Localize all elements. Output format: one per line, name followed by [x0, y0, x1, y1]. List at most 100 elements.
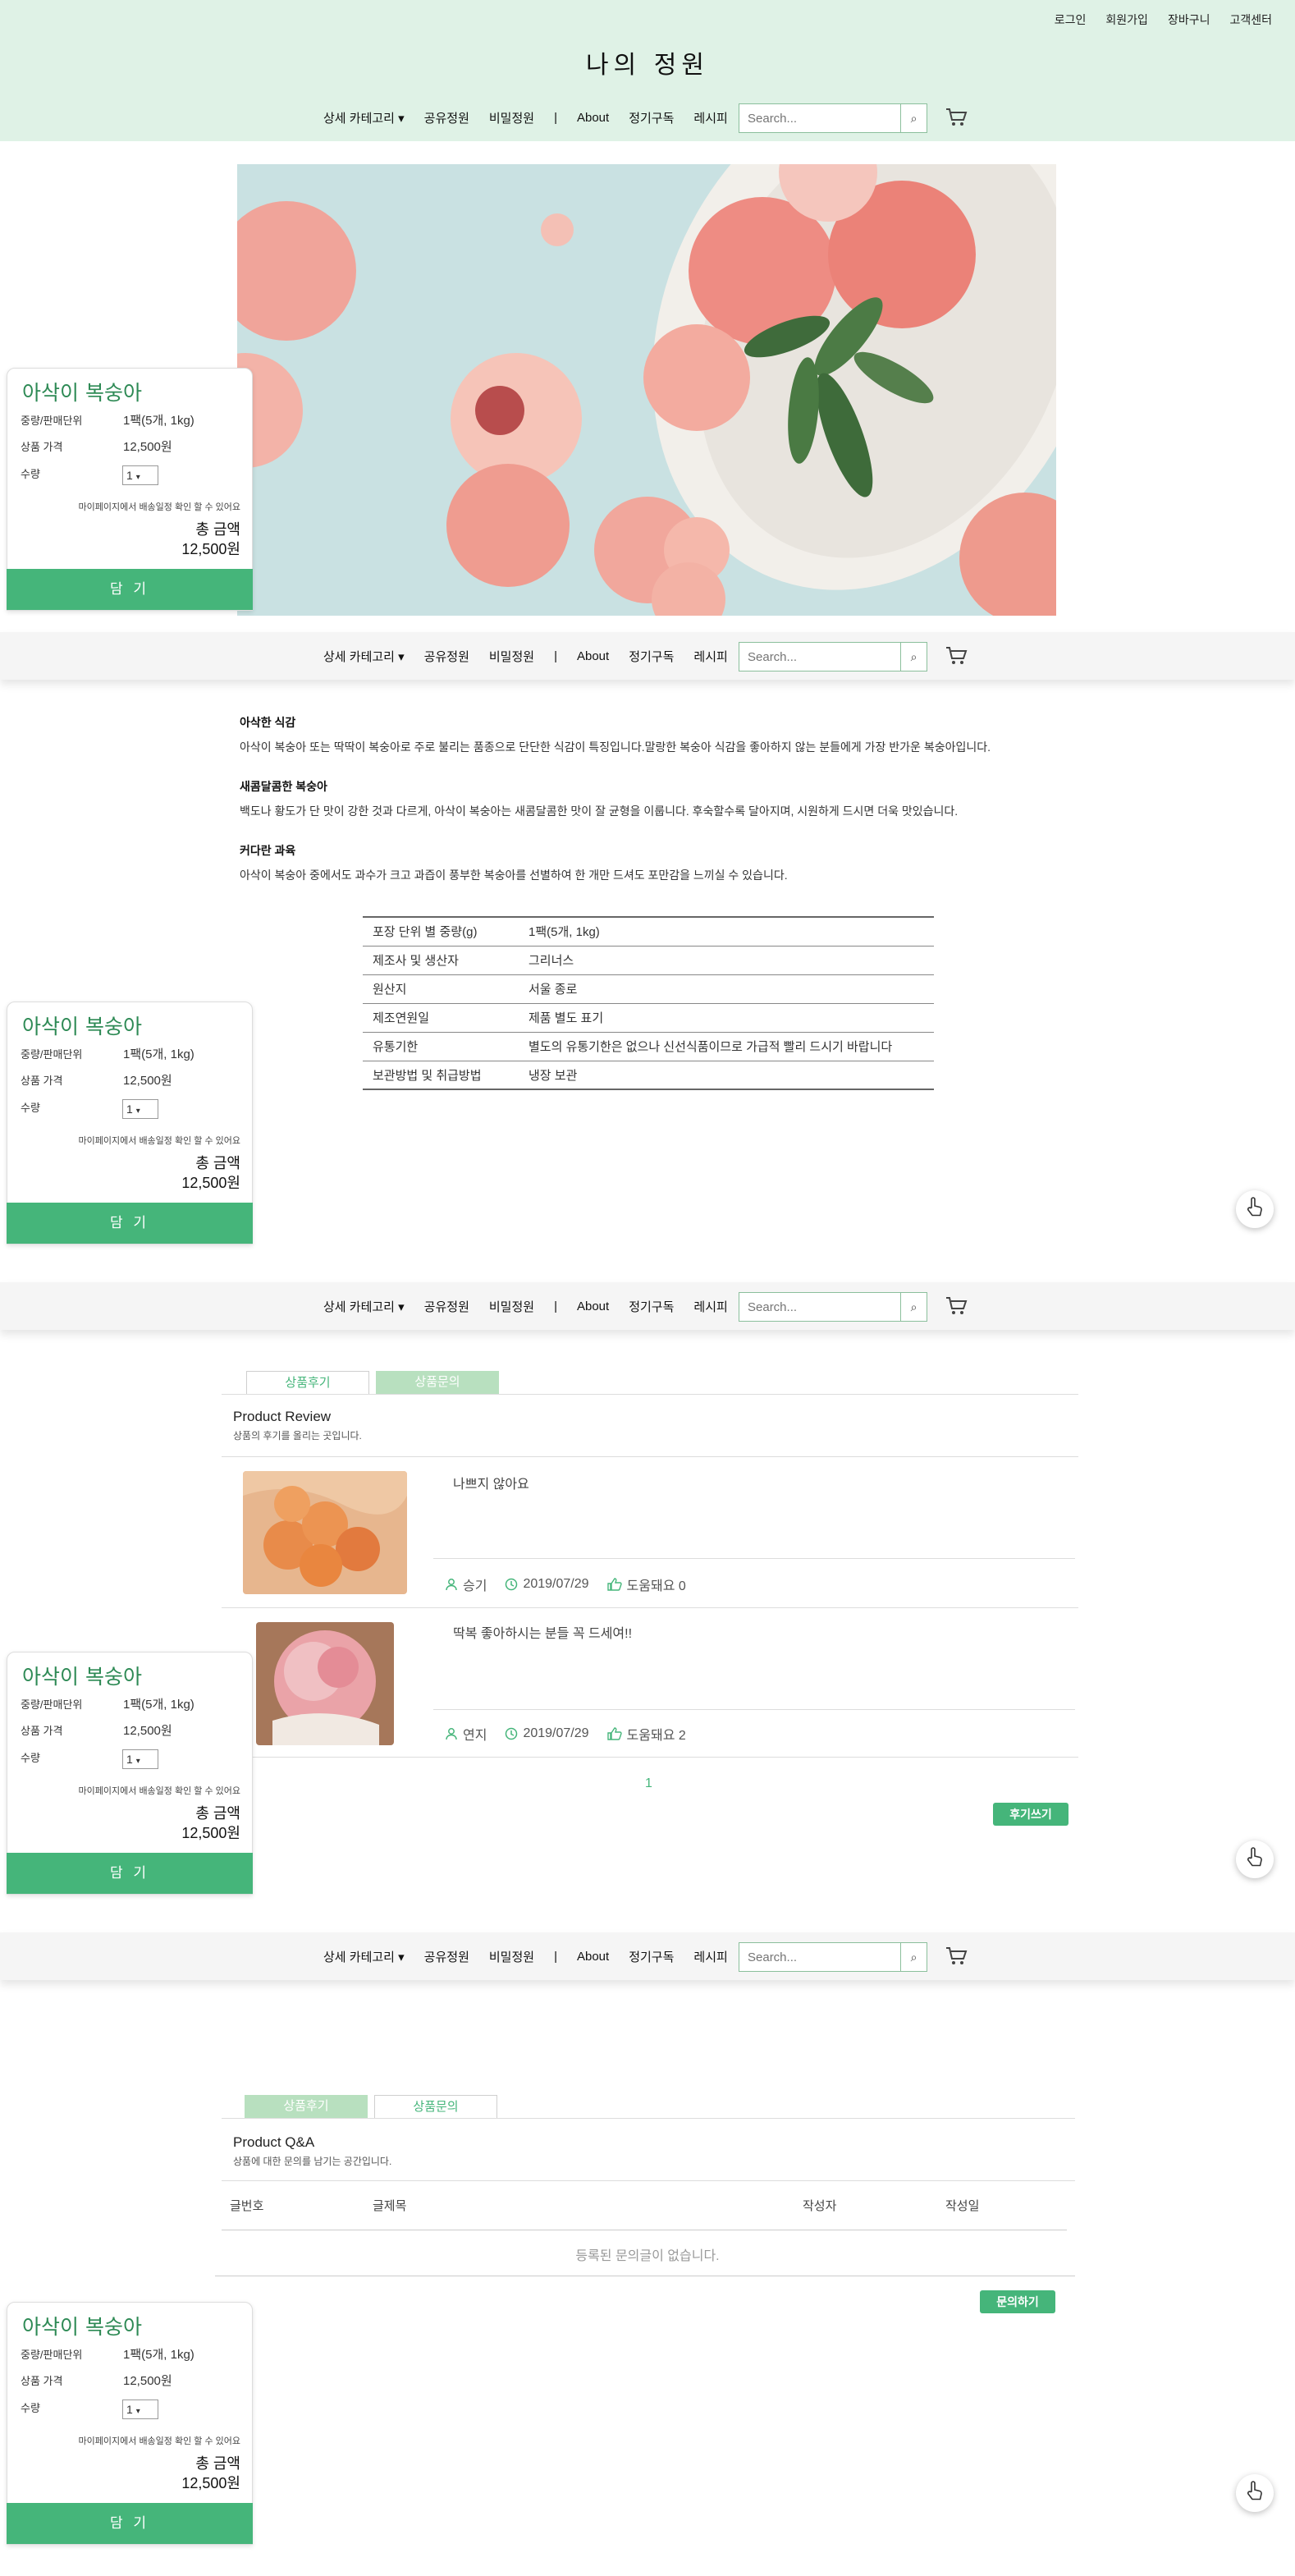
nav-category-dropdown[interactable]: 상세 카테고리 ▾	[323, 1948, 405, 1965]
help-button[interactable]	[1236, 1840, 1274, 1878]
help-button[interactable]	[1236, 1190, 1274, 1228]
helpful-button[interactable]: 도움돼요 0	[606, 1574, 686, 1594]
nav-category-dropdown[interactable]: 상세 카테고리 ▾	[323, 109, 405, 126]
qna-col-number: 글번호	[230, 2199, 264, 2213]
add-to-cart-button[interactable]: 담 기	[7, 1203, 253, 1244]
nav-item-secret-garden[interactable]: 비밀정원	[489, 109, 534, 126]
nav-item-shared-garden[interactable]: 공유정원	[424, 648, 469, 665]
qty-select[interactable]: 1 ▾	[122, 1749, 158, 1769]
review-text: 나쁘지 않아요	[453, 1478, 529, 1492]
help-button[interactable]	[1236, 2474, 1274, 2512]
write-review-button[interactable]: 후기쓰기	[993, 1803, 1068, 1826]
cart-icon[interactable]	[945, 107, 968, 128]
order-card: 아삭이 복숭아 중량/판매단위 1팩(5개, 1kg) 상품 가격 12,500원 …	[7, 368, 253, 611]
search-button[interactable]: ⌕	[900, 1293, 927, 1321]
review-photo[interactable]	[256, 1622, 394, 1745]
unit-label: 중량/판매단위	[21, 2349, 83, 2361]
site-title[interactable]: 나의 정원	[0, 44, 1295, 80]
cart-link[interactable]: 장바구니	[1168, 11, 1210, 28]
price-label: 상품 가격	[21, 441, 63, 453]
nav-item-secret-garden[interactable]: 비밀정원	[489, 1298, 534, 1315]
search-icon: ⌕	[910, 649, 917, 663]
tab-qna[interactable]: 상품문의	[374, 2095, 497, 2118]
total-value: 12,500원	[181, 1175, 240, 1191]
nav-category-dropdown[interactable]: 상세 카테고리 ▾	[323, 1298, 405, 1315]
tab-review[interactable]: 상품후기	[245, 2095, 368, 2118]
sticky-nav: 상세 카테고리 ▾ 공유정원 비밀정원 | About 정기구독 레시피 ⌕	[0, 1932, 1295, 1980]
table-row: 유통기한 별도의 유통기한은 없으나 신선식품이므로 가급적 빨리 드시기 바랍니…	[363, 1032, 934, 1061]
add-to-cart-button[interactable]: 담 기	[7, 569, 253, 610]
caret-down-icon: ▾	[398, 1950, 405, 1964]
tab-divider	[222, 1394, 1078, 1395]
nav-item-recipe[interactable]: 레시피	[693, 1948, 727, 1965]
sticky-nav: 상세 카테고리 ▾ 공유정원 비밀정원 | About 정기구독 레시피 ⌕	[0, 1282, 1295, 1330]
total-label: 총 금액	[195, 521, 240, 538]
total-label: 총 금액	[195, 1155, 240, 1171]
nav-item-recipe[interactable]: 레시피	[693, 109, 727, 126]
unit-value: 1팩(5개, 1kg)	[123, 414, 194, 428]
search-input[interactable]	[739, 104, 900, 132]
user-icon	[446, 1579, 457, 1591]
search-input[interactable]	[739, 1293, 900, 1321]
info-value: 별도의 유통기한은 없으나 신선식품이므로 가급적 빨리 드시기 바랍니다	[519, 1032, 934, 1061]
nav-item-about[interactable]: About	[577, 1299, 609, 1313]
divider	[222, 1607, 1078, 1608]
tab-divider	[222, 2118, 1075, 2119]
top-links: 로그인 회원가입 장바구니 고객센터	[1055, 11, 1272, 28]
helpful-button[interactable]: 도움돼요 2	[606, 1724, 686, 1744]
hero-peach-image	[237, 164, 1056, 616]
caret-down-icon: ▾	[398, 1299, 405, 1314]
nav-item-subscription[interactable]: 정기구독	[629, 109, 674, 126]
table-row: 제조연원일 제품 별도 표기	[363, 1003, 934, 1033]
nav-item-subscription[interactable]: 정기구독	[629, 648, 674, 665]
nav-item-about[interactable]: About	[577, 649, 609, 663]
price-value: 12,500원	[123, 1724, 172, 1738]
tab-qna[interactable]: 상품문의	[376, 1371, 499, 1394]
pointer-hand-icon	[1245, 2480, 1265, 2507]
nav-item-secret-garden[interactable]: 비밀정원	[489, 1948, 534, 1965]
total-value: 12,500원	[181, 541, 240, 557]
search-input[interactable]	[739, 1943, 900, 1971]
pagination-page[interactable]: 1	[645, 1776, 652, 1791]
main-nav: 상세 카테고리 ▾ 공유정원 비밀정원 | About 정기구독 레시피 ⌕	[0, 94, 1295, 141]
review-photo[interactable]	[243, 1471, 407, 1594]
cart-icon[interactable]	[945, 1295, 968, 1317]
unit-value: 1팩(5개, 1kg)	[123, 1047, 194, 1061]
search-input[interactable]	[739, 643, 900, 671]
desc-body: 아삭이 복숭아 중에서도 과수가 크고 과즙이 풍부한 복숭아를 선별하여 한 …	[240, 869, 788, 882]
search-button[interactable]: ⌕	[900, 104, 927, 132]
ask-question-button[interactable]: 문의하기	[980, 2290, 1055, 2313]
support-link[interactable]: 고객센터	[1229, 11, 1272, 28]
qty-select[interactable]: 1 ▾	[122, 465, 158, 485]
nav-item-about[interactable]: About	[577, 1950, 609, 1964]
divider	[222, 1456, 1078, 1457]
search-button[interactable]: ⌕	[900, 643, 927, 671]
delivery-note: 마이페이지에서 배송일정 확인 할 수 있어요	[78, 2436, 240, 2446]
nav-item-recipe[interactable]: 레시피	[693, 648, 727, 665]
nav-item-subscription[interactable]: 정기구독	[629, 1948, 674, 1965]
nav-separator: |	[554, 649, 557, 663]
add-to-cart-button[interactable]: 담 기	[7, 1853, 253, 1894]
unit-value: 1팩(5개, 1kg)	[123, 2348, 194, 2362]
nav-category-dropdown[interactable]: 상세 카테고리 ▾	[323, 648, 405, 665]
qty-select[interactable]: 1 ▾	[122, 1099, 158, 1119]
cart-icon[interactable]	[945, 1946, 968, 1967]
nav-item-subscription[interactable]: 정기구독	[629, 1298, 674, 1315]
qty-select[interactable]: 1 ▾	[122, 2400, 158, 2419]
nav-item-secret-garden[interactable]: 비밀정원	[489, 648, 534, 665]
nav-item-shared-garden[interactable]: 공유정원	[424, 1948, 469, 1965]
nav-item-about[interactable]: About	[577, 111, 609, 125]
search-button[interactable]: ⌕	[900, 1943, 927, 1971]
nav-item-recipe[interactable]: 레시피	[693, 1298, 727, 1315]
signup-link[interactable]: 회원가입	[1105, 11, 1148, 28]
tab-review[interactable]: 상품후기	[246, 1371, 369, 1394]
product-name: 아삭이 복숭아	[22, 1015, 142, 1038]
add-to-cart-button[interactable]: 담 기	[7, 2503, 253, 2544]
clock-icon	[506, 1727, 518, 1740]
qna-col-date: 작성일	[945, 2199, 980, 2213]
nav-item-shared-garden[interactable]: 공유정원	[424, 1298, 469, 1315]
table-row: 포장 단위 별 중량(g) 1팩(5개, 1kg)	[363, 917, 934, 947]
cart-icon[interactable]	[945, 645, 968, 667]
nav-item-shared-garden[interactable]: 공유정원	[424, 109, 469, 126]
login-link[interactable]: 로그인	[1055, 11, 1087, 28]
